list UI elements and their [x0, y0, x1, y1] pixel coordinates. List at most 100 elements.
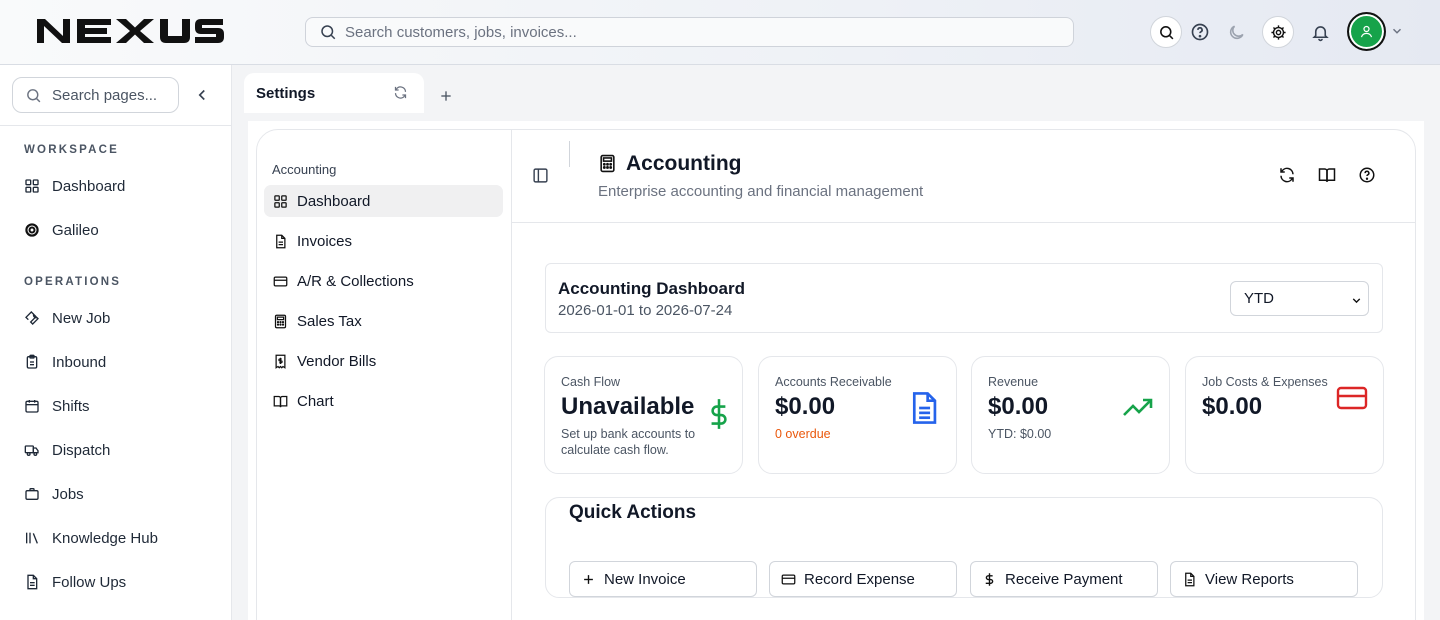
settings-icon	[1270, 24, 1286, 40]
plus-icon	[584, 574, 593, 584]
grid-icon	[25, 179, 39, 193]
page-title: Accounting	[626, 152, 742, 175]
sidebar-item-label: Jobs	[52, 485, 84, 503]
sidebar-item-dispatch[interactable]: Dispatch	[0, 432, 231, 468]
kpi-card-cash-flow: Cash Flow Unavailable Set up bank accoun…	[544, 356, 743, 474]
credit-card-icon	[273, 276, 288, 286]
sidebar-item-label: Knowledge Hub	[52, 529, 158, 547]
kpi-note: Set up bank accounts to calculate cash f…	[561, 427, 696, 457]
dashboard-title: Accounting Dashboard	[558, 279, 746, 298]
settings-button[interactable]	[1262, 16, 1294, 48]
sidebar-item-label: Dispatch	[52, 441, 111, 459]
subnav-item-label: Dashboard	[297, 192, 371, 210]
chevron-down-icon[interactable]	[1390, 24, 1404, 38]
help-icon[interactable]	[1358, 166, 1376, 184]
dollar-icon	[985, 572, 994, 586]
subnav-item-chart[interactable]: Chart	[264, 385, 503, 417]
library-icon	[26, 532, 38, 544]
search-button[interactable]	[1150, 16, 1182, 48]
search-icon	[27, 88, 41, 102]
tab-settings[interactable]: Settings	[244, 73, 424, 113]
calendar-icon	[25, 400, 39, 413]
galileo-icon	[25, 223, 39, 237]
avatar[interactable]	[1347, 12, 1386, 51]
subnav-item-ar-collections[interactable]: A/R & Collections	[264, 265, 503, 297]
sidebar-item-label: Dashboard	[52, 177, 126, 195]
global-search[interactable]	[305, 17, 1074, 47]
help-icon	[1191, 23, 1209, 41]
divider	[0, 125, 231, 126]
view-reports-button[interactable]: View Reports	[1170, 561, 1358, 597]
refresh-icon[interactable]	[393, 85, 408, 100]
search-icon	[1159, 25, 1173, 39]
bell-icon	[1311, 25, 1329, 41]
moon-icon	[1229, 24, 1244, 39]
record-expense-button[interactable]: Record Expense	[769, 561, 957, 597]
refresh-icon[interactable]	[1278, 166, 1296, 184]
page-search[interactable]	[12, 77, 179, 113]
kpi-card-job-costs: Job Costs & Expenses $0.00	[1185, 356, 1384, 474]
divider	[512, 222, 1415, 223]
calculator-icon	[274, 314, 287, 328]
page-search-input[interactable]	[52, 86, 172, 104]
subnav-item-invoices[interactable]: Invoices	[264, 225, 503, 257]
subnav-item-label: Chart	[297, 392, 334, 410]
sidebar-toggle-icon[interactable]	[532, 167, 549, 184]
help-button[interactable]	[1184, 16, 1216, 48]
kpi-value: $0.00	[775, 393, 836, 420]
button-label: New Invoice	[604, 570, 686, 588]
subnav-title: Accounting	[272, 162, 337, 177]
trending-up-icon	[1123, 398, 1153, 416]
subnav-item-sales-tax[interactable]: Sales Tax	[264, 305, 503, 337]
subnav-item-vendor-bills[interactable]: Vendor Bills	[264, 345, 503, 377]
sidebar-item-new-job[interactable]: New Job	[0, 300, 231, 336]
sidebar-item-inbound[interactable]: Inbound	[0, 344, 231, 380]
kpi-label: Accounts Receivable	[775, 375, 892, 389]
new-invoice-button[interactable]: New Invoice	[569, 561, 757, 597]
sidebar-section-title: WORKSPACE	[24, 144, 119, 156]
receive-payment-button[interactable]: Receive Payment	[970, 561, 1158, 597]
button-label: Receive Payment	[1005, 570, 1123, 588]
sidebar: WORKSPACE Dashboard Galileo OPERATIONS N…	[0, 65, 232, 620]
nexus-logo[interactable]	[37, 17, 225, 45]
dollar-icon	[711, 399, 727, 429]
chevron-left-icon[interactable]	[193, 86, 211, 104]
notifications-button[interactable]	[1304, 16, 1336, 48]
sidebar-item-shifts[interactable]: Shifts	[0, 388, 231, 424]
add-tab-icon[interactable]	[438, 88, 454, 104]
top-bar	[0, 0, 1440, 65]
sidebar-item-knowledge-hub[interactable]: Knowledge Hub	[0, 520, 231, 556]
sidebar-item-label: Shifts	[52, 397, 90, 415]
clipboard-icon	[26, 354, 38, 369]
subnav-item-label: Sales Tax	[297, 312, 362, 330]
book-icon	[273, 395, 288, 407]
sidebar-item-label: Galileo	[52, 221, 99, 239]
kpi-value: $0.00	[1202, 393, 1263, 420]
document-icon	[912, 392, 937, 424]
sidebar-item-label: New Job	[52, 309, 111, 327]
user-icon	[1360, 25, 1373, 38]
global-search-input[interactable]	[345, 23, 1045, 41]
kpi-value: $0.00	[988, 393, 1049, 420]
kpi-note: YTD: $0.00	[988, 427, 1052, 441]
theme-toggle-button[interactable]	[1220, 16, 1252, 48]
accounting-subnav: Accounting Dashboard Invoices A/R & Coll…	[256, 129, 512, 620]
tab-label: Settings	[256, 84, 316, 102]
divider	[569, 141, 570, 167]
grid-icon	[274, 194, 287, 208]
dashboard-date-range: 2026-01-01 to 2026-07-24	[558, 302, 733, 319]
subnav-item-label: Vendor Bills	[297, 352, 377, 370]
sidebar-item-jobs[interactable]: Jobs	[0, 476, 231, 512]
subnav-item-dashboard[interactable]: Dashboard	[264, 185, 503, 217]
book-icon[interactable]	[1318, 166, 1336, 184]
quick-actions-title: Quick Actions	[569, 502, 697, 523]
sidebar-item-label: Inbound	[52, 353, 107, 371]
button-label: View Reports	[1205, 570, 1294, 588]
sidebar-item-galileo[interactable]: Galileo	[0, 212, 231, 248]
document-icon	[276, 234, 286, 248]
kpi-label: Cash Flow	[561, 375, 621, 389]
period-select[interactable]: YTD	[1230, 281, 1369, 316]
page-subtitle: Enterprise accounting and financial mana…	[598, 183, 924, 200]
sidebar-item-follow-ups[interactable]: Follow Ups	[0, 564, 231, 600]
sidebar-item-dashboard[interactable]: Dashboard	[0, 168, 231, 204]
